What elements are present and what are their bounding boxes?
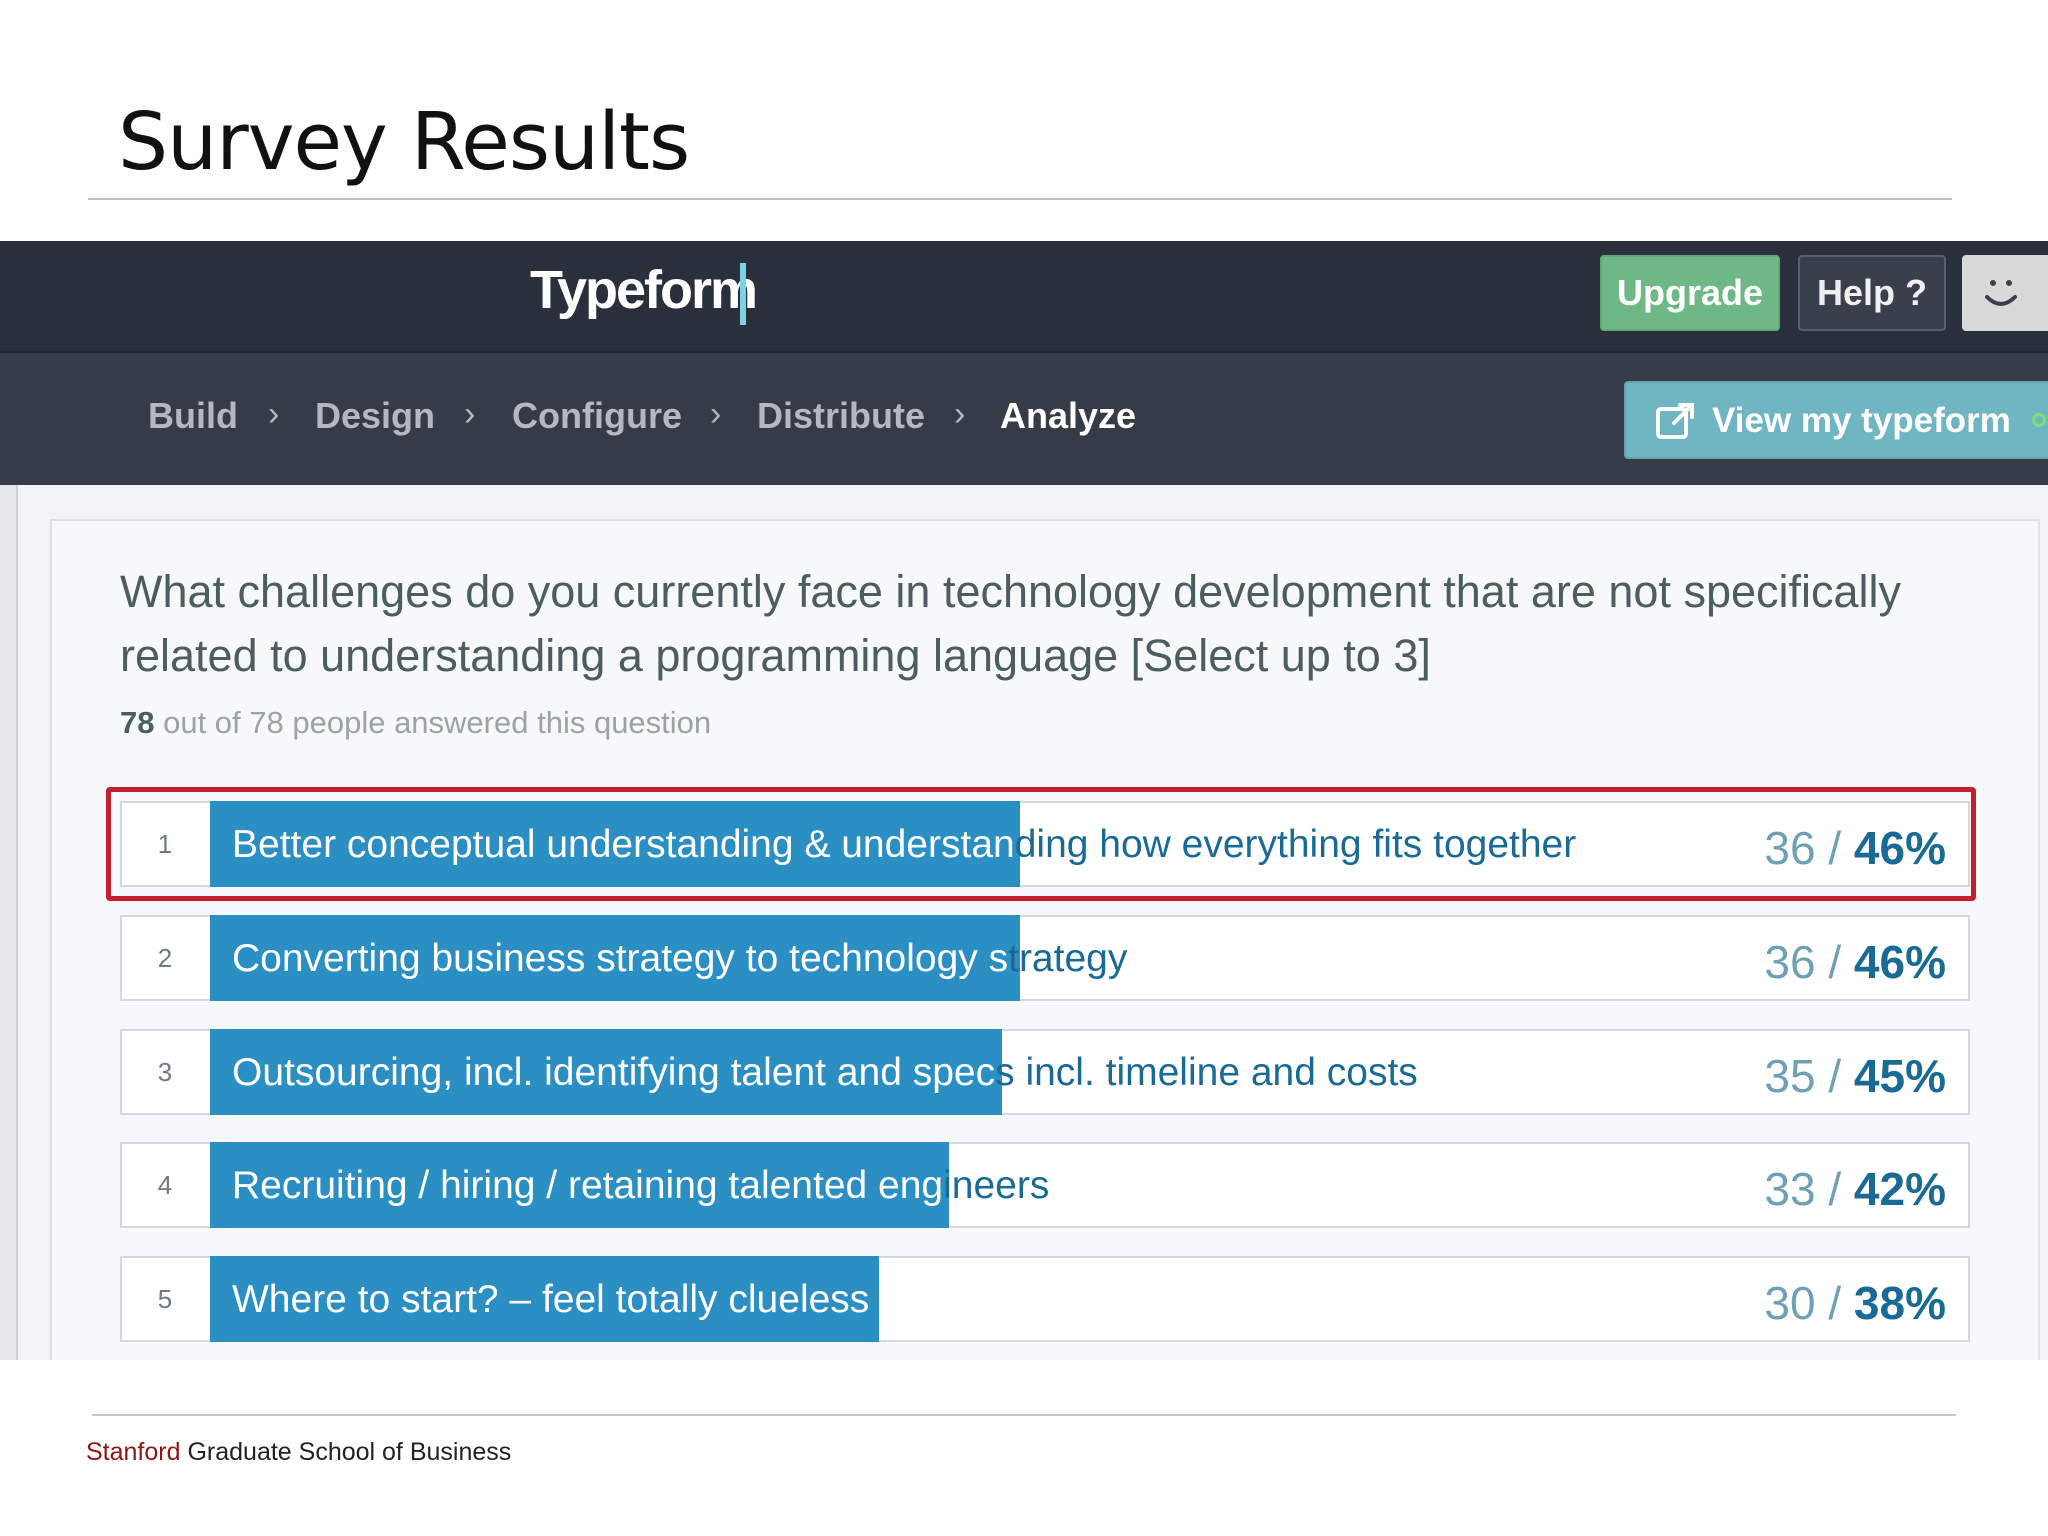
smiley-icon	[1985, 280, 2017, 306]
footer-divider	[92, 1414, 1956, 1416]
answer-label-inside: Outsourcing, incl. identifying talent an…	[232, 1051, 996, 1094]
answer-percent: 38%	[1853, 1277, 1946, 1329]
answer-number: 2	[157, 942, 173, 973]
tab-analyze[interactable]: Analyze	[1000, 395, 1136, 437]
answer-percent: 46%	[1853, 936, 1946, 988]
answer-count: 33	[1764, 1163, 1816, 1215]
answer-number: 5	[157, 1283, 173, 1314]
tab-configure[interactable]: Configure	[512, 395, 682, 437]
answer-label-outside: trategy	[1008, 937, 1128, 980]
answer-label-inside: Converting business strategy to technolo…	[232, 937, 1009, 980]
tab-build[interactable]: Build	[148, 395, 238, 437]
answer-label-inside: Recruiting / hiring / retaining talented…	[232, 1164, 944, 1207]
answered-text: out of 78 people answered this question	[154, 705, 712, 740]
chevron-right-icon: ›	[710, 395, 722, 433]
answer-label-inside: Where to start? – feel totally clueless	[232, 1278, 870, 1321]
upgrade-button[interactable]: Upgrade	[1600, 255, 1780, 331]
answer-count: 35	[1764, 1050, 1816, 1102]
status-dot-icon	[2032, 413, 2046, 427]
answer-label-outside: s incl. timeline and costs	[995, 1051, 1418, 1094]
typeform-logo: Typeform	[530, 260, 758, 320]
question-title: What challenges do you currently face in…	[120, 566, 1902, 681]
workflow-nav: Build › Design › Configure › Distribute …	[0, 351, 2048, 485]
avatar[interactable]	[1962, 255, 2048, 331]
left-panel-edge	[0, 485, 18, 1360]
tab-design[interactable]: Design	[315, 395, 435, 437]
answer-number: 4	[157, 1169, 173, 1200]
answer-row: 2 Converting business strategy to techno…	[120, 915, 1970, 1001]
answer-stats: 30 / 38%	[1764, 1277, 1946, 1329]
answer-stats: 36 / 46%	[1764, 936, 1946, 988]
answer-count: 30	[1764, 1277, 1816, 1329]
view-typeform-label: View my typeform	[1712, 401, 2011, 440]
answer-label: Where to start? – feel totally clueless	[232, 1278, 869, 1322]
highlight-box	[106, 787, 1976, 901]
title-divider	[88, 198, 1952, 200]
answer-number: 3	[157, 1056, 173, 1087]
answer-percent: 42%	[1853, 1163, 1946, 1215]
answer-stats: 35 / 45%	[1764, 1050, 1946, 1102]
answer-label: Converting business strategy to technolo…	[232, 937, 1127, 981]
answer-label: Recruiting / hiring / retaining talented…	[232, 1164, 1049, 1208]
answer-row: 3 Outsourcing, incl. identifying talent …	[120, 1029, 1970, 1115]
external-link-icon	[1656, 403, 1694, 439]
slide-title: Survey Results	[118, 96, 690, 188]
chevron-right-icon: ›	[954, 395, 966, 433]
logo-cursor	[740, 263, 746, 325]
chevron-right-icon: ›	[464, 395, 476, 433]
help-button[interactable]: Help ?	[1798, 255, 1946, 331]
answer-count: 36	[1764, 936, 1816, 988]
view-typeform-button[interactable]: View my typeform	[1624, 381, 2048, 459]
chevron-right-icon: ›	[268, 395, 280, 433]
answer-stats: 33 / 42%	[1764, 1163, 1946, 1215]
answered-number: 78	[120, 705, 155, 740]
footer-text: Graduate School of Business	[180, 1438, 512, 1466]
top-bar: Typeform Upgrade Help ?	[0, 241, 2048, 351]
answered-count: 78 out of 78 people answered this questi…	[120, 705, 711, 741]
footer: Stanford Graduate School of Business	[86, 1438, 511, 1467]
answer-label: Outsourcing, incl. identifying talent an…	[232, 1051, 1418, 1095]
answer-percent: 45%	[1853, 1050, 1946, 1102]
answer-row: 4 Recruiting / hiring / retaining talent…	[120, 1142, 1970, 1228]
answer-row: 5 Where to start? – feel totally clueles…	[120, 1256, 1970, 1342]
footer-brand: Stanford	[86, 1438, 181, 1466]
answer-label-outside: ineers	[943, 1164, 1050, 1207]
tab-distribute[interactable]: Distribute	[757, 395, 925, 437]
